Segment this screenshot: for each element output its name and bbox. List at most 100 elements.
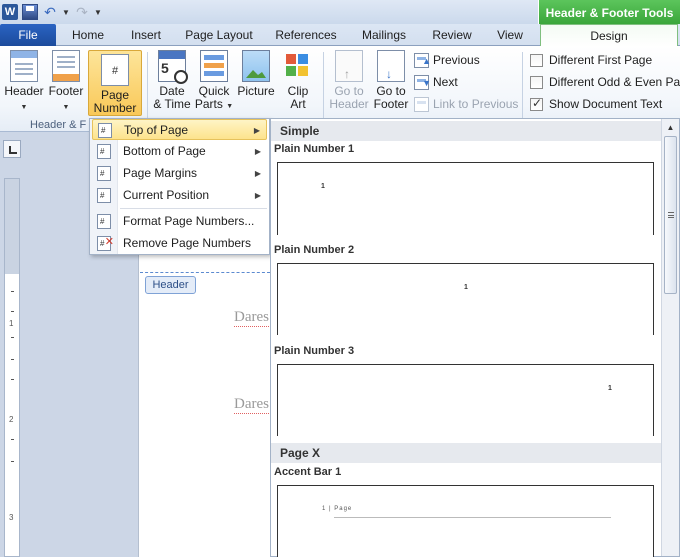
date-time-button[interactable]: 5 Date & Time bbox=[152, 50, 192, 111]
link-to-previous-label: Link to Previous bbox=[433, 97, 519, 111]
customize-qat-icon[interactable]: ▼ bbox=[94, 8, 102, 17]
menu-item-label: Page Margins bbox=[123, 166, 198, 180]
tab-insert[interactable]: Insert bbox=[124, 24, 168, 46]
quick-parts-label-2: Parts ▼ bbox=[194, 97, 234, 111]
menu-item-label: Current Position bbox=[123, 188, 210, 202]
clip-art-label-2: Art bbox=[290, 97, 306, 111]
go-to-footer-label-2: Footer bbox=[373, 97, 409, 111]
different-first-page-checkbox[interactable] bbox=[530, 53, 543, 67]
tab-selector-icon[interactable] bbox=[3, 140, 21, 158]
tab-references[interactable]: References bbox=[270, 24, 342, 46]
accent-bar-sample-text: 1 | Page bbox=[322, 506, 353, 512]
menu-item-remove-page-numbers[interactable]: ✕ Remove Page Numbers bbox=[92, 233, 267, 254]
go-to-footer-button[interactable]: ↓ Go to Footer bbox=[370, 50, 412, 111]
clip-art-button[interactable]: Clip Art bbox=[278, 50, 318, 111]
undo-icon[interactable]: ↶ bbox=[42, 4, 58, 20]
gallery-item-plain-number-1[interactable]: 1 bbox=[277, 162, 654, 235]
top-of-page-gallery: Simple Plain Number 1 1 Plain Number 2 1… bbox=[270, 118, 680, 557]
gallery-item-label: Plain Number 2 bbox=[274, 244, 355, 256]
tab-file[interactable]: File bbox=[0, 24, 56, 46]
gallery-item-accent-bar-1[interactable]: 1 | Page bbox=[277, 485, 654, 557]
header-tag[interactable]: Header bbox=[145, 276, 196, 294]
gallery-item-label: Plain Number 1 bbox=[274, 143, 355, 155]
tab-view[interactable]: View bbox=[488, 24, 532, 46]
show-document-text-checkbox[interactable] bbox=[530, 96, 543, 111]
save-icon[interactable] bbox=[22, 4, 38, 20]
page-margins-icon bbox=[97, 163, 111, 184]
quick-access-toolbar: W ↶ ▼ ↷ ▼ bbox=[2, 2, 102, 22]
different-first-page-label: Different First Page bbox=[549, 53, 653, 67]
previous-label: Previous bbox=[433, 53, 480, 67]
page-number-button[interactable]: # Page Number ▼ bbox=[88, 50, 142, 127]
go-to-header-label-2: Header bbox=[329, 97, 369, 111]
show-document-text-label: Show Document Text bbox=[549, 97, 663, 111]
previous-button[interactable]: ▲ Previous bbox=[414, 51, 480, 69]
different-odd-even-option[interactable]: Different Odd & Even Pag bbox=[530, 73, 680, 91]
header-button[interactable]: Header ▼ bbox=[4, 50, 44, 112]
header-button-label: Header bbox=[4, 84, 44, 98]
redo-icon[interactable]: ↷ bbox=[74, 4, 90, 20]
tab-design[interactable]: Design bbox=[540, 24, 678, 47]
menu-item-page-margins[interactable]: Page Margins ▶ bbox=[92, 163, 267, 184]
gallery-category-page-x: Page X bbox=[271, 443, 661, 463]
go-to-header-button[interactable]: ↑ Go to Header bbox=[328, 50, 370, 111]
group-separator bbox=[522, 52, 523, 124]
submenu-arrow-icon: ▶ bbox=[254, 191, 261, 200]
quick-parts-icon bbox=[200, 50, 228, 82]
page-number-sample: 1 bbox=[321, 183, 325, 190]
different-first-page-option[interactable]: Different First Page bbox=[530, 51, 652, 69]
date-time-label-2: & Time bbox=[153, 97, 191, 111]
menu-separator bbox=[120, 208, 267, 209]
footer-button[interactable]: Footer ▼ bbox=[46, 50, 86, 112]
next-icon: ▼ bbox=[414, 74, 431, 90]
tab-review[interactable]: Review bbox=[426, 24, 478, 46]
page-number-menu: Top of Page ▶ Bottom of Page ▶ Page Marg… bbox=[89, 118, 270, 255]
footer-dropdown-icon: ▼ bbox=[62, 104, 70, 111]
format-page-numbers-icon bbox=[97, 211, 111, 232]
gallery-scrollbar[interactable]: ▲ bbox=[661, 119, 679, 556]
show-document-text-option[interactable]: Show Document Text bbox=[530, 95, 662, 113]
clip-art-icon bbox=[284, 50, 312, 82]
tab-page-layout[interactable]: Page Layout bbox=[180, 24, 258, 46]
tab-home[interactable]: Home bbox=[66, 24, 110, 46]
scroll-up-icon[interactable]: ▲ bbox=[663, 120, 678, 135]
remove-page-numbers-icon: ✕ bbox=[97, 233, 114, 254]
link-icon bbox=[414, 96, 429, 112]
submenu-arrow-icon: ▶ bbox=[254, 147, 261, 156]
link-to-previous-button[interactable]: Link to Previous bbox=[414, 95, 518, 113]
gallery-item-plain-number-3[interactable]: 1 bbox=[277, 364, 654, 436]
gallery-item-plain-number-2[interactable]: 1 bbox=[277, 263, 654, 335]
page-number-sample: 1 bbox=[608, 385, 612, 392]
gallery-item-label: Plain Number 3 bbox=[274, 345, 355, 357]
document-text-line[interactable]: Dares bbox=[234, 309, 269, 327]
gallery-item-label: Accent Bar 1 bbox=[274, 466, 342, 478]
menu-item-top-of-page[interactable]: Top of Page ▶ bbox=[92, 119, 267, 141]
tab-mailings[interactable]: Mailings bbox=[354, 24, 414, 46]
header-dropdown-icon: ▼ bbox=[20, 104, 28, 111]
submenu-arrow-icon: ▶ bbox=[253, 126, 260, 135]
quick-parts-button[interactable]: Quick Parts ▼ bbox=[194, 50, 234, 113]
vertical-ruler[interactable]: 1 2 3 bbox=[4, 178, 20, 557]
menu-item-format-page-numbers[interactable]: Format Page Numbers... bbox=[92, 211, 267, 232]
accent-bar-line bbox=[334, 517, 611, 518]
next-button[interactable]: ▼ Next bbox=[414, 73, 458, 91]
scroll-thumb[interactable] bbox=[664, 136, 677, 294]
go-to-footer-icon: ↓ bbox=[377, 50, 405, 82]
gallery-category-simple: Simple bbox=[271, 121, 661, 141]
menu-item-current-position[interactable]: Current Position ▶ bbox=[92, 185, 267, 206]
current-position-icon bbox=[97, 185, 111, 206]
menu-item-label: Remove Page Numbers bbox=[123, 236, 252, 250]
footer-icon bbox=[52, 50, 80, 82]
picture-button[interactable]: Picture bbox=[236, 50, 276, 98]
document-text-line[interactable]: Dares bbox=[234, 396, 269, 414]
word-app-icon[interactable]: W bbox=[2, 4, 18, 20]
different-odd-even-checkbox[interactable] bbox=[530, 75, 543, 89]
group-separator bbox=[323, 52, 324, 124]
undo-dropdown-icon[interactable]: ▼ bbox=[62, 8, 70, 17]
different-odd-even-label: Different Odd & Even Pag bbox=[549, 75, 680, 89]
scroll-grip-icon bbox=[668, 212, 674, 218]
calendar-icon: 5 bbox=[158, 50, 188, 84]
next-label: Next bbox=[433, 75, 458, 89]
menu-item-bottom-of-page[interactable]: Bottom of Page ▶ bbox=[92, 141, 267, 162]
go-to-header-icon: ↑ bbox=[335, 50, 363, 82]
